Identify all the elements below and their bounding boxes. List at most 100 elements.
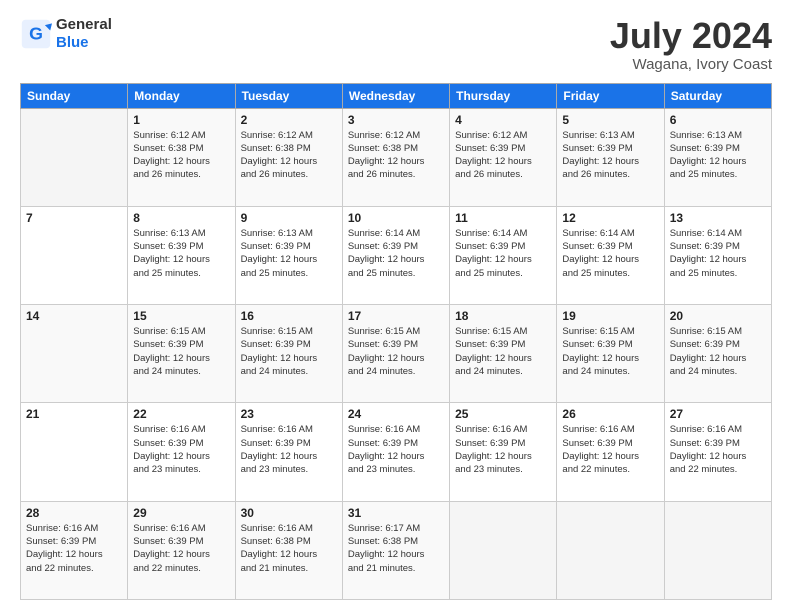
day-info: Sunrise: 6:16 AM Sunset: 6:39 PM Dayligh…	[348, 423, 444, 476]
location: Wagana, Ivory Coast	[610, 56, 772, 73]
calendar-cell: 28 Sunrise: 6:16 AM Sunset: 6:39 PM Dayli…	[21, 501, 128, 599]
svg-text:G: G	[29, 23, 43, 43]
day-info: Sunrise: 6:16 AM Sunset: 6:38 PM Dayligh…	[241, 522, 337, 575]
calendar-cell: 27 Sunrise: 6:16 AM Sunset: 6:39 PM Dayli…	[664, 403, 771, 501]
calendar-cell: 14	[21, 305, 128, 403]
calendar-cell: 29Sunrise: 6:16 AM Sunset: 6:39 PM Dayli…	[128, 501, 235, 599]
day-number: 2	[241, 113, 337, 127]
day-info: Sunrise: 6:13 AM Sunset: 6:39 PM Dayligh…	[133, 227, 229, 280]
day-info: Sunrise: 6:16 AM Sunset: 6:39 PM Dayligh…	[241, 423, 337, 476]
day-number: 5	[562, 113, 658, 127]
calendar-cell: 30 Sunrise: 6:16 AM Sunset: 6:38 PM Dayli…	[235, 501, 342, 599]
calendar-cell: 26 Sunrise: 6:16 AM Sunset: 6:39 PM Dayli…	[557, 403, 664, 501]
day-info: Sunrise: 6:16 AM Sunset: 6:39 PM Dayligh…	[455, 423, 551, 476]
day-number: 21	[26, 407, 122, 421]
day-number: 10	[348, 211, 444, 225]
calendar-header-thursday: Thursday	[450, 83, 557, 108]
calendar-header-saturday: Saturday	[664, 83, 771, 108]
calendar-cell: 8Sunrise: 6:13 AM Sunset: 6:39 PM Daylig…	[128, 206, 235, 304]
day-info: Sunrise: 6:14 AM Sunset: 6:39 PM Dayligh…	[670, 227, 766, 280]
day-info: Sunrise: 6:16 AM Sunset: 6:39 PM Dayligh…	[26, 522, 122, 575]
calendar-cell: 23 Sunrise: 6:16 AM Sunset: 6:39 PM Dayli…	[235, 403, 342, 501]
calendar-cell: 3 Sunrise: 6:12 AM Sunset: 6:38 PM Daylig…	[342, 108, 449, 206]
calendar-header-sunday: Sunday	[21, 83, 128, 108]
day-info: Sunrise: 6:12 AM Sunset: 6:38 PM Dayligh…	[241, 129, 337, 182]
day-number: 6	[670, 113, 766, 127]
calendar-cell	[21, 108, 128, 206]
calendar-cell: 5 Sunrise: 6:13 AM Sunset: 6:39 PM Daylig…	[557, 108, 664, 206]
day-info: Sunrise: 6:15 AM Sunset: 6:39 PM Dayligh…	[455, 325, 551, 378]
day-info: Sunrise: 6:14 AM Sunset: 6:39 PM Dayligh…	[455, 227, 551, 280]
calendar-header-row: SundayMondayTuesdayWednesdayThursdayFrid…	[21, 83, 772, 108]
calendar-header-friday: Friday	[557, 83, 664, 108]
calendar-cell: 13Sunrise: 6:14 AM Sunset: 6:39 PM Dayli…	[664, 206, 771, 304]
day-number: 25	[455, 407, 551, 421]
calendar-week-row: 7 8Sunrise: 6:13 AM Sunset: 6:39 PM Dayli…	[21, 206, 772, 304]
calendar-header-wednesday: Wednesday	[342, 83, 449, 108]
calendar-cell: 31Sunrise: 6:17 AM Sunset: 6:38 PM Dayli…	[342, 501, 449, 599]
calendar-table: SundayMondayTuesdayWednesdayThursdayFrid…	[20, 83, 772, 600]
calendar-week-row: 21 22 Sunrise: 6:16 AM Sunset: 6:39 PM Day…	[21, 403, 772, 501]
day-info: Sunrise: 6:12 AM Sunset: 6:38 PM Dayligh…	[348, 129, 444, 182]
day-info: Sunrise: 6:13 AM Sunset: 6:39 PM Dayligh…	[562, 129, 658, 182]
day-number: 23	[241, 407, 337, 421]
calendar-cell: 6 Sunrise: 6:13 AM Sunset: 6:39 PM Daylig…	[664, 108, 771, 206]
day-number: 14	[26, 309, 122, 323]
calendar-cell	[557, 501, 664, 599]
calendar-cell: 24 Sunrise: 6:16 AM Sunset: 6:39 PM Dayli…	[342, 403, 449, 501]
calendar-week-row: 1 Sunrise: 6:12 AM Sunset: 6:38 PM Daylig…	[21, 108, 772, 206]
day-info: Sunrise: 6:15 AM Sunset: 6:39 PM Dayligh…	[348, 325, 444, 378]
header: G General Blue July 2024 Wagana, Ivory C…	[20, 16, 772, 73]
day-number: 27	[670, 407, 766, 421]
day-info: Sunrise: 6:15 AM Sunset: 6:39 PM Dayligh…	[670, 325, 766, 378]
day-number: 16	[241, 309, 337, 323]
day-number: 28	[26, 506, 122, 520]
month-title: July 2024	[610, 16, 772, 56]
logo-text: General Blue	[56, 16, 112, 52]
day-number: 7	[26, 211, 122, 225]
day-info: Sunrise: 6:15 AM Sunset: 6:39 PM Dayligh…	[133, 325, 229, 378]
day-number: 11	[455, 211, 551, 225]
day-info: Sunrise: 6:15 AM Sunset: 6:39 PM Dayligh…	[562, 325, 658, 378]
day-number: 26	[562, 407, 658, 421]
day-number: 3	[348, 113, 444, 127]
day-number: 12	[562, 211, 658, 225]
calendar-cell: 1 Sunrise: 6:12 AM Sunset: 6:38 PM Daylig…	[128, 108, 235, 206]
title-block: July 2024 Wagana, Ivory Coast	[610, 16, 772, 73]
day-info: Sunrise: 6:15 AM Sunset: 6:39 PM Dayligh…	[241, 325, 337, 378]
calendar-week-row: 28 Sunrise: 6:16 AM Sunset: 6:39 PM Dayli…	[21, 501, 772, 599]
logo-icon: G	[20, 18, 52, 50]
day-info: Sunrise: 6:13 AM Sunset: 6:39 PM Dayligh…	[670, 129, 766, 182]
page: G General Blue July 2024 Wagana, Ivory C…	[0, 0, 792, 612]
day-info: Sunrise: 6:17 AM Sunset: 6:38 PM Dayligh…	[348, 522, 444, 575]
calendar-cell: 2 Sunrise: 6:12 AM Sunset: 6:38 PM Daylig…	[235, 108, 342, 206]
day-number: 1	[133, 113, 229, 127]
day-info: Sunrise: 6:16 AM Sunset: 6:39 PM Dayligh…	[670, 423, 766, 476]
day-number: 30	[241, 506, 337, 520]
calendar-cell: 9Sunrise: 6:13 AM Sunset: 6:39 PM Daylig…	[235, 206, 342, 304]
day-number: 24	[348, 407, 444, 421]
calendar-cell: 25 Sunrise: 6:16 AM Sunset: 6:39 PM Dayli…	[450, 403, 557, 501]
day-number: 20	[670, 309, 766, 323]
calendar-cell: 20 Sunrise: 6:15 AM Sunset: 6:39 PM Dayli…	[664, 305, 771, 403]
day-number: 22	[133, 407, 229, 421]
day-info: Sunrise: 6:16 AM Sunset: 6:39 PM Dayligh…	[562, 423, 658, 476]
calendar-cell: 17Sunrise: 6:15 AM Sunset: 6:39 PM Dayli…	[342, 305, 449, 403]
day-number: 29	[133, 506, 229, 520]
day-info: Sunrise: 6:12 AM Sunset: 6:38 PM Dayligh…	[133, 129, 229, 182]
calendar-cell: 4Sunrise: 6:12 AM Sunset: 6:39 PM Daylig…	[450, 108, 557, 206]
day-info: Sunrise: 6:13 AM Sunset: 6:39 PM Dayligh…	[241, 227, 337, 280]
calendar-cell: 18Sunrise: 6:15 AM Sunset: 6:39 PM Dayli…	[450, 305, 557, 403]
calendar-cell: 22 Sunrise: 6:16 AM Sunset: 6:39 PM Dayli…	[128, 403, 235, 501]
calendar-cell: 19Sunrise: 6:15 AM Sunset: 6:39 PM Dayli…	[557, 305, 664, 403]
day-info: Sunrise: 6:16 AM Sunset: 6:39 PM Dayligh…	[133, 423, 229, 476]
day-info: Sunrise: 6:14 AM Sunset: 6:39 PM Dayligh…	[348, 227, 444, 280]
calendar-cell: 7	[21, 206, 128, 304]
calendar-cell: 10 Sunrise: 6:14 AM Sunset: 6:39 PM Dayli…	[342, 206, 449, 304]
day-number: 15	[133, 309, 229, 323]
calendar-week-row: 14 15 Sunrise: 6:15 AM Sunset: 6:39 PM Day…	[21, 305, 772, 403]
calendar-cell: 11 Sunrise: 6:14 AM Sunset: 6:39 PM Dayli…	[450, 206, 557, 304]
day-number: 4	[455, 113, 551, 127]
calendar-cell: 15 Sunrise: 6:15 AM Sunset: 6:39 PM Dayli…	[128, 305, 235, 403]
day-info: Sunrise: 6:14 AM Sunset: 6:39 PM Dayligh…	[562, 227, 658, 280]
